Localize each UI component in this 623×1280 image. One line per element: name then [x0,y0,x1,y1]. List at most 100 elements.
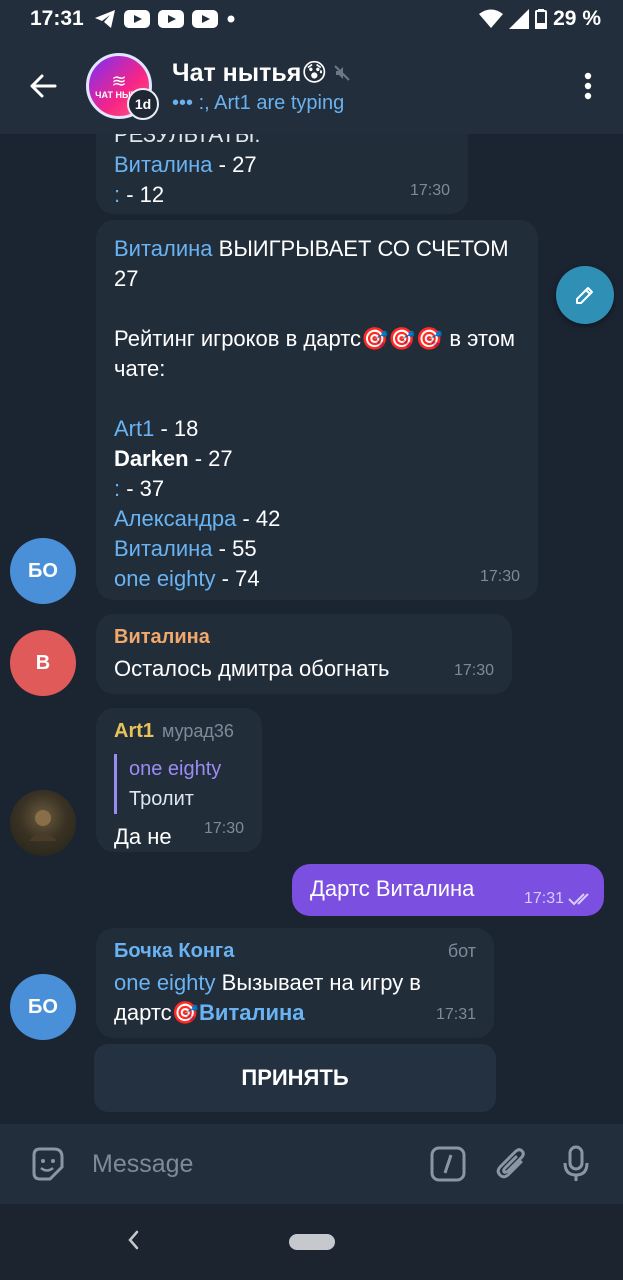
message-time: 17:30 [409,182,450,199]
avatar-initials: В [35,651,51,674]
message-text-block: one eighty Вызывает на игру в дартс🎯Вита… [114,968,476,1028]
message-bubble[interactable]: РЕЗУЛЬТАТЫ: Виталина - 27 : - 12 17:30 [96,134,468,214]
mention-link[interactable]: one eighty [114,566,216,591]
own-message-bubble[interactable]: Дартс Виталина 17:31 [292,864,604,916]
chat-info[interactable]: Чат нытья😰 ••• :, Art1 are typing [172,58,553,115]
message-time: 17:30 [453,662,494,679]
mention-link[interactable]: Виталина [114,236,213,261]
status-bar: 17:31 29 % [0,0,623,38]
rating-row: Darken - 27 [114,444,520,474]
sender-row: Бочка Конга бот [114,936,476,968]
message-text: Осталось дмитра обогнать [114,656,390,681]
avatar[interactable] [10,790,76,856]
youtube-icon [191,10,218,28]
chat-header: ≋ ЧАТ НЫТЬ 1d Чат нытья😰 ••• :, Art1 are… [0,38,623,134]
avatar[interactable]: БО [10,538,76,604]
auto-delete-timer-badge: 1d [127,88,159,120]
youtube-icon [157,10,184,28]
sender-name[interactable]: Art1 [114,716,154,746]
back-button[interactable] [0,38,86,134]
sender-row: Art1 мурад36 [114,716,244,748]
rating-value: - 18 [154,416,199,441]
muted-icon [334,64,351,81]
rating-value: - 27 [188,446,233,471]
message-line: : - 12 [114,180,450,210]
message-line: Виталина - 27 [114,150,450,180]
bot-commands-button[interactable] [423,1139,473,1189]
steem-logo-icon: ≋ [111,71,127,91]
mention-link[interactable]: Виталина [114,536,213,561]
user-photo-icon [29,810,57,841]
home-pill[interactable] [288,1234,335,1250]
message-time: 17:30 [203,820,244,837]
notification-icons [94,9,236,29]
user-name: Darken [114,446,189,471]
rating-row: Art1 - 18 [114,414,520,444]
rating-value: - 42 [236,506,281,531]
message-bubble[interactable]: Виталина ВЫИГРЫВАЕТ СО СЧЕТОМ 27 Рейтинг… [96,220,538,600]
message-bubble[interactable]: Art1 мурад36 one eighty Тролит Да не 17:… [96,708,262,852]
sender-name[interactable]: Бочка Конга [114,936,234,966]
paperclip-icon [496,1148,525,1179]
mention-link[interactable]: Art1 [114,416,154,441]
mention-link[interactable]: Виталина [199,1000,304,1025]
avatar[interactable]: БО [10,974,76,1040]
battery-level: 29 % [553,7,601,30]
rating-row: Александра - 42 [114,504,520,534]
system-navigation-bar [0,1204,623,1280]
accept-button[interactable]: ПРИНЯТЬ [94,1044,496,1112]
message-text: Дартс Виталина [310,876,475,901]
chat-title-row: Чат нытья😰 [172,58,553,88]
arrow-left-icon [30,74,57,98]
message-bubble[interactable]: Бочка Конга бот one eighty Вызывает на и… [96,928,494,1038]
message-text: - 12 [120,182,165,207]
mention-link[interactable]: one eighty [114,970,216,995]
message-bubble[interactable]: Виталина Осталось дмитра обогнать 17:30 [96,614,512,694]
wifi-icon [479,9,504,29]
message-line: Виталина ВЫИГРЫВАЕТ СО СЧЕТОМ 27 [114,234,520,294]
rating-row: Виталина - 55 [114,534,520,564]
message-line: РЕЗУЛЬТАТЫ: [114,134,261,147]
avatar[interactable]: В [10,630,76,696]
battery-icon [535,9,548,29]
telegram-icon [94,9,116,29]
microphone-icon [563,1145,589,1181]
slash-command-icon [430,1146,466,1182]
typing-status: ••• :, Art1 are typing [172,91,345,114]
rating-value: - 74 [215,566,260,591]
reply-sender: one eighty [129,758,222,780]
chat-avatar[interactable]: ≋ ЧАТ НЫТЬ 1d [86,53,159,120]
rating-row: one eighty - 74 [114,564,520,594]
edit-button[interactable] [556,266,614,324]
emoji-button[interactable] [22,1139,72,1189]
rating-value: - 55 [212,536,257,561]
avatar-initials: БО [28,559,58,582]
mention-link[interactable]: Александра [114,506,236,531]
reply-preview[interactable]: one eighty Тролит [114,754,244,814]
attach-button[interactable] [487,1139,537,1189]
dot-icon [226,14,236,24]
system-icons: 29 % [479,7,601,31]
mention-link[interactable]: Виталина [114,152,213,177]
message-time: 17:31 [435,1006,476,1023]
message-input-bar: Message [0,1124,623,1204]
pencil-icon [576,287,593,304]
double-check-icon [568,893,589,906]
message-time: 17:30 [479,568,520,585]
message-input[interactable]: Message [92,1150,409,1179]
signal-icon [509,9,530,29]
message-text: Рейтинг игроков в дартс🎯🎯🎯 в этом чате: [114,326,516,381]
voice-button[interactable] [551,1139,601,1189]
chat-title: Чат нытья😰 [172,58,328,87]
bot-label: бот [447,941,476,961]
nav-back-icon[interactable] [126,1228,140,1252]
more-menu-button[interactable] [553,38,623,134]
message-list[interactable]: РЕЗУЛЬТАТЫ: Виталина - 27 : - 12 17:30 В… [0,134,623,1124]
sender-name[interactable]: Виталина [114,622,494,652]
message-text: - 27 [212,152,257,177]
sender-tag: мурад36 [162,721,234,741]
message-time: 17:31 [523,890,564,907]
avatar-initials: БО [28,995,58,1018]
youtube-icon [123,10,150,28]
reply-text: Тролит [129,788,194,810]
